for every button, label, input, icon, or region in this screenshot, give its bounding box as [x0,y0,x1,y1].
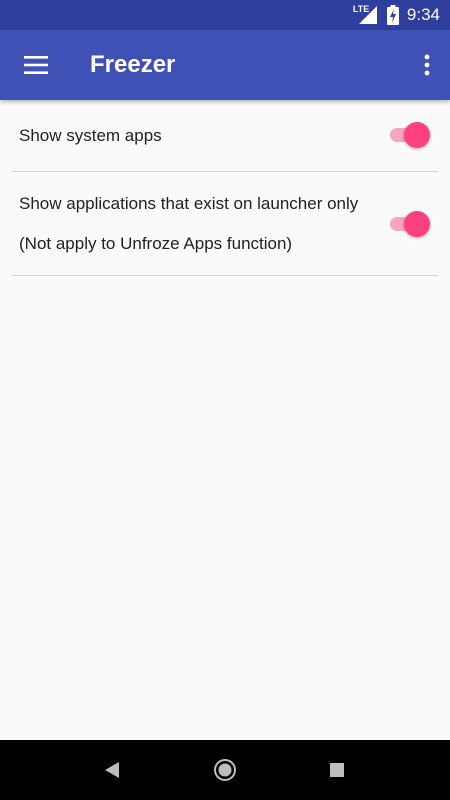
setting-row-show-system-apps[interactable]: Show system apps [12,100,438,172]
status-bar: LTE 9:34 [0,0,450,30]
back-icon [105,762,119,778]
more-vert-icon [424,54,430,76]
lte-signal-icon: LTE [353,4,379,26]
hamburger-menu-icon [24,56,48,74]
recents-button[interactable] [322,755,352,785]
setting-label: Show system apps [19,126,162,145]
settings-list: Show system apps Show applications that … [12,100,438,276]
back-button[interactable] [97,755,127,785]
setting-label: Show applications that exist on launcher… [19,194,359,213]
app-title: Freezer [90,51,176,78]
overflow-menu-button[interactable] [410,43,444,87]
home-button[interactable] [210,755,240,785]
menu-button[interactable] [14,43,58,87]
battery-icon [386,5,399,25]
recents-icon [330,763,344,777]
setting-sublabel: (Not apply to Unfroze Apps function) [19,234,293,253]
status-time: 9:34 [406,5,440,24]
navigation-bar [0,740,450,800]
launcher-only-toggle[interactable] [388,209,430,239]
network-type: LTE [352,4,370,14]
app-bar: Freezer [0,30,450,100]
toggle-thumb [404,211,430,237]
toggle-thumb [404,122,430,148]
show-system-apps-toggle[interactable] [388,120,430,150]
home-icon [214,759,236,781]
setting-row-launcher-only[interactable]: Show applications that exist on launcher… [12,172,438,276]
